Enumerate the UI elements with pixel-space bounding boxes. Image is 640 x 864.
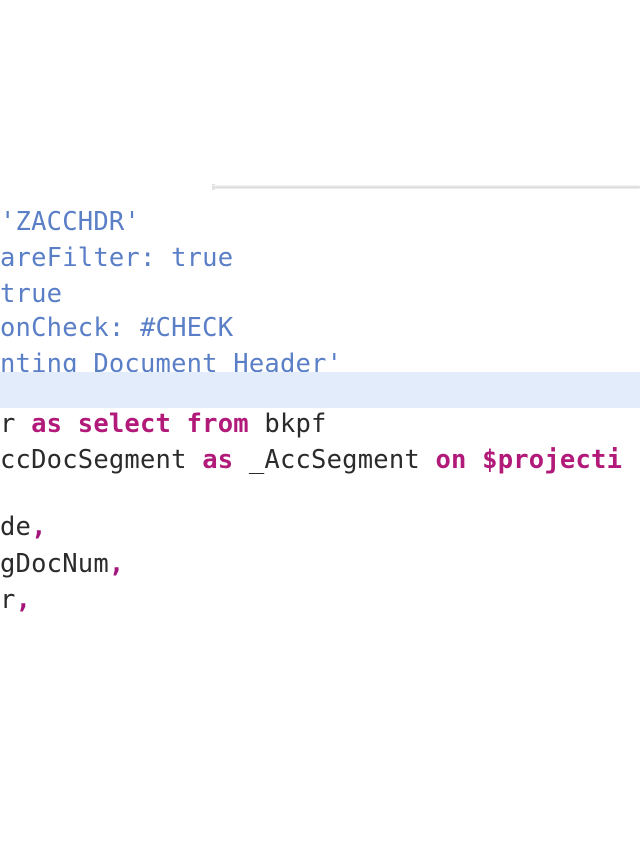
code-token: 'ZACCHDR' <box>0 207 140 237</box>
code-token: $projecti <box>466 445 623 475</box>
code-line-active[interactable] <box>0 372 640 408</box>
code-line[interactable]: 'ZACCHDR' <box>0 204 640 240</box>
code-token: areFilter: true <box>0 243 234 273</box>
code-line[interactable]: de, <box>0 509 640 545</box>
code-line[interactable]: ccDocSegment as _AccSegment on $projecti <box>0 442 640 478</box>
code-line[interactable]: areFilter: true <box>0 240 640 276</box>
code-editor-canvas[interactable]: 'ZACCHDR' areFilter: true true onCheck: #CH… <box>0 0 640 864</box>
code-token: onCheck: #CHECK <box>0 313 234 343</box>
source-code-area[interactable]: 'ZACCHDR' areFilter: true true onCheck: #CH… <box>0 186 640 864</box>
code-token: as select from <box>31 409 249 439</box>
code-token: , <box>108 549 125 579</box>
code-token: bkpf <box>248 409 327 439</box>
code-token: r <box>0 585 16 615</box>
code-line[interactable]: onCheck: #CHECK <box>0 310 640 346</box>
code-token: de <box>0 512 32 542</box>
code-token: as <box>202 445 234 475</box>
code-token: on <box>435 445 467 475</box>
code-token: , <box>15 585 32 615</box>
code-line[interactable]: r, <box>0 582 640 618</box>
code-line[interactable]: r as select from bkpf <box>0 406 640 442</box>
code-token: , <box>31 512 47 542</box>
code-token: gDocNum <box>0 549 109 579</box>
code-token: _AccSegment <box>233 445 436 475</box>
code-line[interactable]: gDocNum, <box>0 546 640 582</box>
code-token: true <box>0 279 63 309</box>
code-token: r <box>0 409 32 439</box>
code-line[interactable]: true <box>0 276 640 312</box>
code-token: ccDocSegment <box>0 445 203 475</box>
